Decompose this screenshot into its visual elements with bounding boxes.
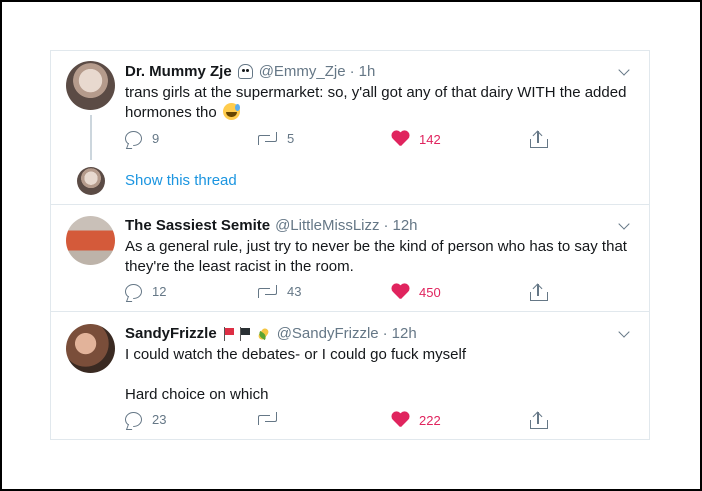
retweet-icon [258, 284, 277, 299]
separator-dot: · [349, 63, 355, 80]
retweet-button[interactable] [258, 412, 287, 426]
heart-icon [391, 284, 409, 300]
like-button[interactable]: 222 [391, 412, 441, 428]
tweet[interactable]: Dr. Mummy Zje @Emmy_Zje · 1h trans girls… [51, 51, 649, 205]
tweet-actions: 12 43 450 [125, 283, 565, 304]
reply-button[interactable]: 12 [125, 284, 166, 299]
avatar[interactable] [66, 324, 115, 373]
tweet-header: The Sassiest Semite @LittleMissLizz · 12… [125, 217, 418, 234]
retweet-count: 5 [287, 131, 295, 146]
thread-avatar[interactable] [77, 167, 105, 195]
reply-count: 9 [152, 131, 160, 146]
reply-icon [125, 131, 142, 146]
like-count: 142 [419, 131, 441, 147]
separator-dot: · [382, 325, 388, 342]
corn-icon [257, 327, 271, 341]
avatar[interactable] [66, 216, 115, 265]
share-icon [530, 130, 548, 148]
display-name[interactable]: Dr. Mummy Zje [125, 63, 232, 80]
retweet-icon [258, 131, 277, 146]
tweet[interactable]: SandyFrizzle @SandyFrizzle · 12h I could… [51, 313, 649, 440]
show-thread-link[interactable]: Show this thread [125, 172, 237, 189]
avatar[interactable] [66, 61, 115, 110]
like-button[interactable]: 142 [391, 131, 441, 147]
tweet-text: I could watch the debates- or I could go… [125, 346, 467, 403]
chevron-down-icon[interactable] [618, 326, 630, 338]
reply-button[interactable]: 23 [125, 412, 166, 427]
timestamp[interactable]: 12h [393, 217, 418, 234]
share-icon [530, 283, 548, 301]
share-icon [530, 411, 548, 429]
reply-count: 23 [152, 412, 167, 427]
share-button[interactable] [530, 283, 548, 301]
tweet-header: SandyFrizzle @SandyFrizzle · 12h [125, 325, 417, 342]
red-flag-icon [223, 326, 235, 341]
user-handle[interactable]: @LittleMissLizz [275, 217, 379, 234]
like-count: 450 [419, 284, 441, 300]
black-flag-icon [239, 326, 251, 341]
share-button[interactable] [530, 411, 548, 429]
like-button[interactable]: 450 [391, 284, 441, 300]
reply-icon [125, 284, 142, 299]
tweet-text-content: trans girls at the supermarket: so, y'al… [125, 84, 627, 121]
tweet-timeline: Dr. Mummy Zje @Emmy_Zje · 1h trans girls… [50, 50, 650, 440]
chevron-down-icon[interactable] [618, 64, 630, 76]
chevron-down-icon[interactable] [618, 218, 630, 230]
reply-icon [125, 412, 142, 427]
share-button[interactable] [530, 130, 548, 148]
tweet[interactable]: The Sassiest Semite @LittleMissLizz · 12… [51, 205, 649, 312]
tweet-header: Dr. Mummy Zje @Emmy_Zje · 1h [125, 63, 375, 80]
retweet-count: 43 [287, 284, 302, 299]
timestamp[interactable]: 12h [392, 325, 417, 342]
retweet-icon [258, 412, 277, 426]
user-handle[interactable]: @Emmy_Zje [259, 63, 346, 80]
like-count: 222 [419, 412, 441, 428]
display-name[interactable]: The Sassiest Semite [125, 217, 270, 234]
reply-button[interactable]: 9 [125, 131, 159, 146]
tweet-actions: 9 5 142 [125, 130, 565, 151]
sweat-smile-emoji [222, 103, 240, 120]
thread-connector-line [90, 115, 92, 160]
display-name[interactable]: SandyFrizzle [125, 325, 217, 342]
retweet-button[interactable]: 43 [258, 284, 301, 299]
ghost-icon [237, 64, 253, 79]
heart-icon [391, 412, 409, 428]
retweet-button[interactable]: 5 [258, 131, 294, 146]
separator-dot: · [383, 217, 389, 234]
tweet-actions: 23 222 [125, 411, 565, 432]
timestamp[interactable]: 1h [359, 63, 376, 80]
reply-count: 12 [152, 284, 167, 299]
tweet-text: As a general rule, just try to never be … [125, 238, 627, 275]
user-handle[interactable]: @SandyFrizzle [277, 325, 379, 342]
heart-icon [391, 131, 409, 147]
tweet-text: trans girls at the supermarket: so, y'al… [125, 83, 640, 123]
